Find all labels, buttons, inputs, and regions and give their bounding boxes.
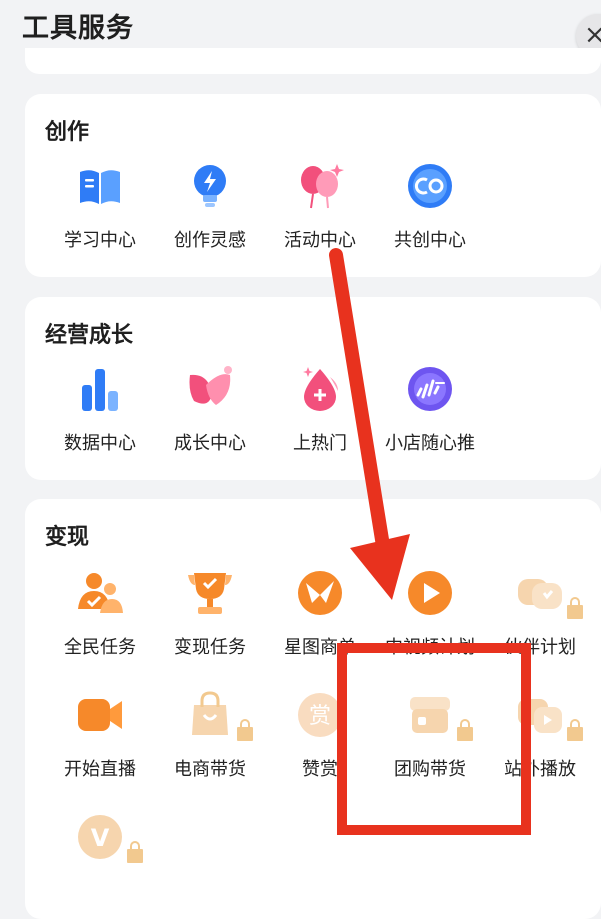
section-title: 变现 xyxy=(45,525,90,550)
tool-monetize-task[interactable]: 变现任务 xyxy=(155,567,265,677)
previous-card-edge xyxy=(25,48,601,74)
tool-reward[interactable]: 赏 赞赏 xyxy=(265,689,375,799)
tool-label: 伙伴计划 xyxy=(504,637,576,658)
partner-icon xyxy=(518,579,562,609)
tool-creative-inspiration[interactable]: 创作灵感 xyxy=(155,160,265,270)
trophy-icon xyxy=(188,573,232,614)
page-title: 工具服务 xyxy=(22,13,134,44)
section-monetization: 变现 全民任务 变现任务 星图商单 中视频计划 伙伴计划 开始直播 电商带货 赏… xyxy=(25,499,601,919)
shopping-bag-icon xyxy=(192,691,228,735)
tool-go-trending[interactable]: 上热门 xyxy=(265,363,375,473)
book-icon xyxy=(80,170,120,204)
tool-group-buy[interactable]: 团购带货 xyxy=(375,689,485,799)
section-title: 创作 xyxy=(45,120,90,145)
v-badge-icon: V xyxy=(78,815,122,859)
tool-co-creation-center[interactable]: 共创中心 xyxy=(375,160,485,270)
section-business-growth: 经营成长 数据中心 成长中心 上热门 小店随心推 xyxy=(25,297,601,480)
tool-star-map-order[interactable]: 星图商单 xyxy=(265,567,375,677)
star-map-icon xyxy=(298,571,342,615)
lock-icon xyxy=(125,841,145,865)
lightbulb-icon xyxy=(194,165,226,207)
external-play-icon xyxy=(518,699,562,733)
tool-label: 共创中心 xyxy=(394,230,466,251)
tool-everyone-task[interactable]: 全民任务 xyxy=(45,567,155,677)
section-creation: 创作 学习中心 创作灵感 活动中心 共创中心 xyxy=(25,94,601,277)
people-icon xyxy=(78,573,123,613)
tool-mid-video-plan[interactable]: 中视频计划 xyxy=(375,567,485,677)
co-circle-icon xyxy=(408,164,452,208)
tool-label: 小店随心推 xyxy=(385,433,475,454)
group-buy-icon xyxy=(410,697,450,733)
bar-chart-icon xyxy=(82,369,118,411)
reward-glyph: 赏 xyxy=(309,704,331,729)
signal-icon xyxy=(408,367,452,411)
close-icon: × xyxy=(584,20,601,50)
tool-growth-center[interactable]: 成长中心 xyxy=(155,363,265,473)
reward-icon: 赏 xyxy=(298,693,342,737)
lock-icon xyxy=(455,719,475,743)
v-glyph: V xyxy=(91,824,110,852)
petal-icon xyxy=(189,366,232,405)
hot-drop-icon xyxy=(303,367,338,411)
tool-partner-plan[interactable]: 伙伴计划 xyxy=(485,567,595,677)
balloon-icon xyxy=(301,164,344,209)
tool-ecommerce-sell[interactable]: 电商带货 xyxy=(155,689,265,799)
tool-activity-center[interactable]: 活动中心 xyxy=(265,160,375,270)
section-title: 经营成长 xyxy=(45,323,134,348)
lock-icon xyxy=(565,597,585,621)
lock-icon xyxy=(235,719,255,743)
tool-external-play[interactable]: 站外播放 xyxy=(485,689,595,799)
tool-v-badge[interactable]: V xyxy=(45,811,155,919)
video-play-icon xyxy=(408,571,452,615)
camera-icon xyxy=(78,699,122,731)
tool-start-live[interactable]: 开始直播 xyxy=(45,689,155,799)
tool-shop-promote[interactable]: 小店随心推 xyxy=(375,363,485,473)
tool-label: 站外播放 xyxy=(504,759,576,780)
tool-data-center[interactable]: 数据中心 xyxy=(45,363,155,473)
tool-learning-center[interactable]: 学习中心 xyxy=(45,160,155,270)
lock-icon xyxy=(565,719,585,743)
